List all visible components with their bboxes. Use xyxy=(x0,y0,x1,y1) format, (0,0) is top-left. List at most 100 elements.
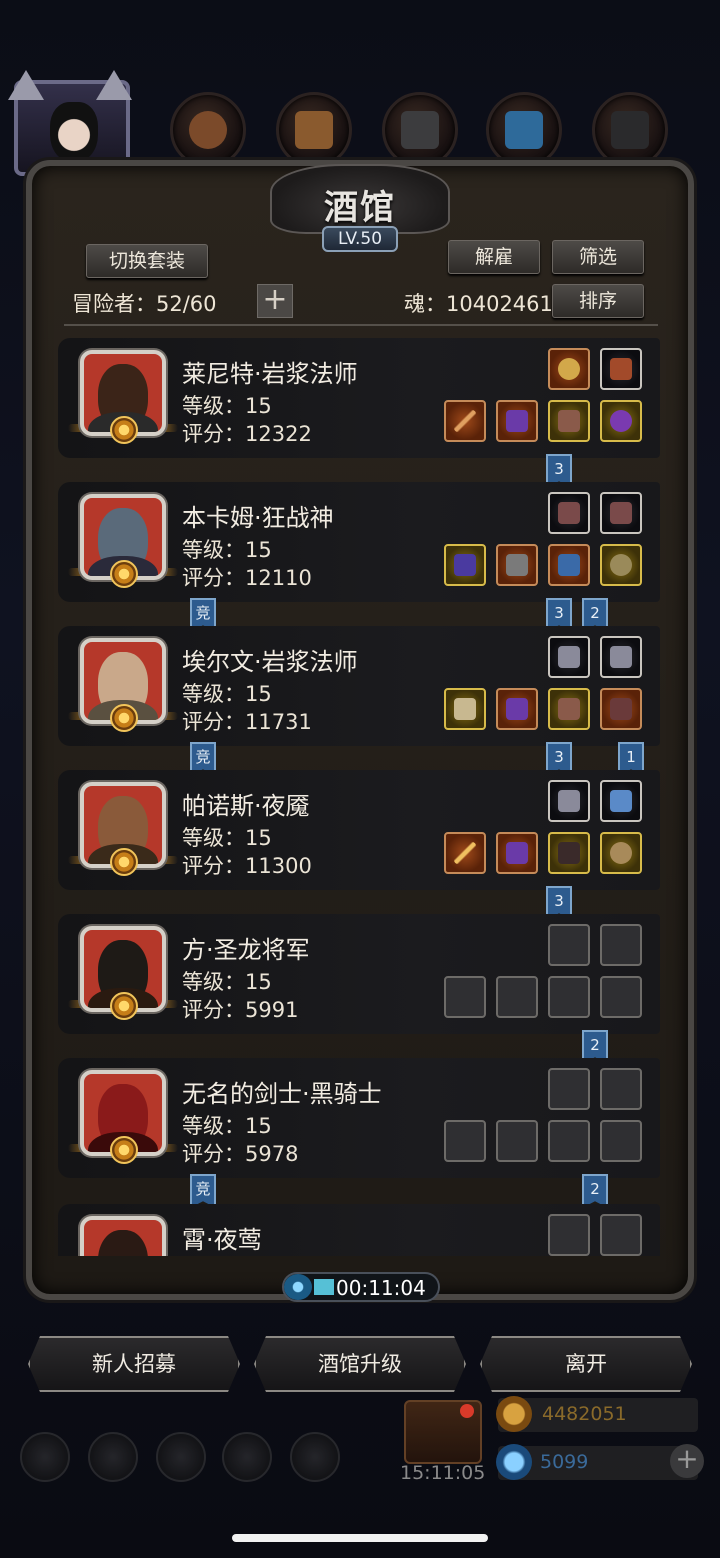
ring-purple-icon[interactable] xyxy=(600,400,642,442)
adventurer-name: 无名的剑士·黑骑士 xyxy=(182,1080,382,1108)
weapon-axe-icon[interactable] xyxy=(444,544,486,586)
adventurer-name: 本卡姆·狂战神 xyxy=(182,504,334,532)
building-icon[interactable] xyxy=(156,1432,206,1482)
armor-steel-icon[interactable] xyxy=(496,544,538,586)
filter-button[interactable]: 筛选 xyxy=(552,240,644,274)
gift-timer: 15:11:05 xyxy=(400,1462,486,1484)
adventurer-name: 方·圣龙将军 xyxy=(182,936,310,964)
map-icon[interactable] xyxy=(290,1432,340,1482)
weapon-dagger-icon[interactable] xyxy=(444,832,486,874)
switch-outfit-button[interactable]: 切换套装 xyxy=(86,244,208,278)
empty-skill-slot-icon[interactable] xyxy=(548,1214,590,1256)
empty-skill-slot-icon[interactable] xyxy=(548,924,590,966)
ring-gold-icon[interactable] xyxy=(600,544,642,586)
settings-gear-icon[interactable] xyxy=(20,1432,70,1482)
dismiss-button[interactable]: 解雇 xyxy=(448,240,540,274)
skill-fire-icon[interactable] xyxy=(600,348,642,390)
empty-skill-slot-icon[interactable] xyxy=(548,1068,590,1110)
empty-skill-slot-icon[interactable] xyxy=(600,1068,642,1110)
adventurer-card[interactable]: 帕诺斯·夜魇 等级：15 评分：11300 xyxy=(58,770,660,890)
adventurer-score: 评分：12110 xyxy=(182,566,312,590)
adventurer-score: 评分：11300 xyxy=(182,854,312,878)
book-icon[interactable] xyxy=(600,688,642,730)
cloak-icon[interactable] xyxy=(548,832,590,874)
adventurer-count: 冒险者：52/60 xyxy=(72,292,217,316)
arena-tag: 竞 xyxy=(190,1174,216,1208)
weapon-staff-icon[interactable] xyxy=(444,400,486,442)
adventurer-card[interactable]: 埃尔文·岩浆法师 等级：15 评分：11731 xyxy=(58,626,660,746)
gem-amount: 5099 xyxy=(540,1451,589,1473)
accessory-gauntlet-icon[interactable] xyxy=(548,688,590,730)
adventurer-card[interactable]: 方·圣龙将军 等级：15 评分：5991 xyxy=(58,914,660,1034)
skill-sigil-icon[interactable] xyxy=(548,636,590,678)
accessory-gauntlet-icon[interactable] xyxy=(548,400,590,442)
armor-purple-icon[interactable] xyxy=(496,832,538,874)
skill-sigil-icon[interactable] xyxy=(548,780,590,822)
adventurer-level: 等级：15 xyxy=(182,394,272,418)
skill-claw-icon[interactable] xyxy=(600,492,642,534)
rank-emblem-icon xyxy=(110,1136,138,1164)
material-stone-icon[interactable] xyxy=(592,92,668,168)
rank-emblem-icon xyxy=(110,704,138,732)
rank-emblem-icon xyxy=(110,848,138,876)
material-crystal-icon[interactable] xyxy=(486,92,562,168)
add-capacity-button[interactable]: + xyxy=(257,284,293,318)
empty-weapon-slot-icon[interactable] xyxy=(444,1120,486,1162)
leave-button[interactable]: 离开 xyxy=(480,1336,692,1392)
material-iron-icon[interactable] xyxy=(382,92,458,168)
accessory-blue-icon[interactable] xyxy=(548,544,590,586)
skill-claw-icon[interactable] xyxy=(548,492,590,534)
clock-icon xyxy=(284,1274,312,1300)
weapon-wand-icon[interactable] xyxy=(444,688,486,730)
adventurer-card[interactable]: 本卡姆·狂战神 等级：15 评分：12110 xyxy=(58,482,660,602)
panel-title: 酒馆 xyxy=(324,188,396,228)
skill-butterfly-icon[interactable] xyxy=(600,780,642,822)
adventurer-card[interactable]: 霄·夜莺 xyxy=(58,1204,660,1256)
add-gems-button[interactable]: + xyxy=(670,1444,704,1478)
shop-icon[interactable] xyxy=(88,1432,138,1482)
empty-ring-slot-icon[interactable] xyxy=(548,976,590,1018)
empty-ring-slot-icon[interactable] xyxy=(600,976,642,1018)
empty-armor-slot-icon[interactable] xyxy=(496,1120,538,1162)
adventurer-level: 等级：15 xyxy=(182,826,272,850)
mail-icon[interactable] xyxy=(222,1432,272,1482)
material-food-icon[interactable] xyxy=(170,92,246,168)
adventurer-name: 埃尔文·岩浆法师 xyxy=(182,648,358,676)
empty-skill-slot-icon[interactable] xyxy=(600,924,642,966)
empty-weapon-slot-icon[interactable] xyxy=(444,976,486,1018)
rank-emblem-icon xyxy=(110,560,138,588)
adventurer-score: 评分：5991 xyxy=(182,998,299,1022)
empty-ring-slot-icon[interactable] xyxy=(548,1120,590,1162)
refresh-timer: 00:11:04 xyxy=(282,1272,440,1302)
adventurer-card[interactable]: 无名的剑士·黑骑士 等级：15 评分：5978 xyxy=(58,1058,660,1178)
ring-gold-icon[interactable] xyxy=(600,832,642,874)
timer-text: 00:11:04 xyxy=(336,1276,426,1300)
empty-armor-slot-icon[interactable] xyxy=(496,976,538,1018)
soul-amount: 魂：10402461 xyxy=(404,292,553,316)
gold-amount: 4482051 xyxy=(542,1403,627,1425)
skill-sigil-icon[interactable] xyxy=(600,636,642,678)
armor-purple-icon[interactable] xyxy=(496,400,538,442)
adventurer-name: 霄·夜莺 xyxy=(182,1226,262,1254)
tavern-level-badge: LV.50 xyxy=(322,226,398,252)
upgrade-tavern-button[interactable]: 酒馆升级 xyxy=(254,1336,466,1392)
sort-button[interactable]: 排序 xyxy=(552,284,644,318)
adventurer-card[interactable]: 莱尼特·岩浆法师 等级：15 评分：12322 xyxy=(58,338,660,458)
recruit-button[interactable]: 新人招募 xyxy=(28,1336,240,1392)
rank-emblem-icon xyxy=(110,992,138,1020)
skill-badge-icon[interactable] xyxy=(548,348,590,390)
empty-ring-slot-icon[interactable] xyxy=(600,1120,642,1162)
home-indicator[interactable] xyxy=(232,1534,488,1542)
adventurer-score: 评分：5978 xyxy=(182,1142,299,1166)
adventurer-score: 评分：11731 xyxy=(182,710,312,734)
adventurer-level: 等级：15 xyxy=(182,682,272,706)
header-divider xyxy=(64,324,658,326)
player-face-icon xyxy=(50,102,98,162)
adventurer-score: 评分：12322 xyxy=(182,422,312,446)
adventurer-name: 帕诺斯·夜魇 xyxy=(182,792,310,820)
adventurer-level: 等级：15 xyxy=(182,1114,272,1138)
adventurer-list[interactable]: 莱尼特·岩浆法师 等级：15 评分：12322 3 本卡姆·狂战神 等级：15 … xyxy=(58,338,662,1256)
empty-skill-slot-icon[interactable] xyxy=(600,1214,642,1256)
material-wood-icon[interactable] xyxy=(276,92,352,168)
armor-purple-icon[interactable] xyxy=(496,688,538,730)
